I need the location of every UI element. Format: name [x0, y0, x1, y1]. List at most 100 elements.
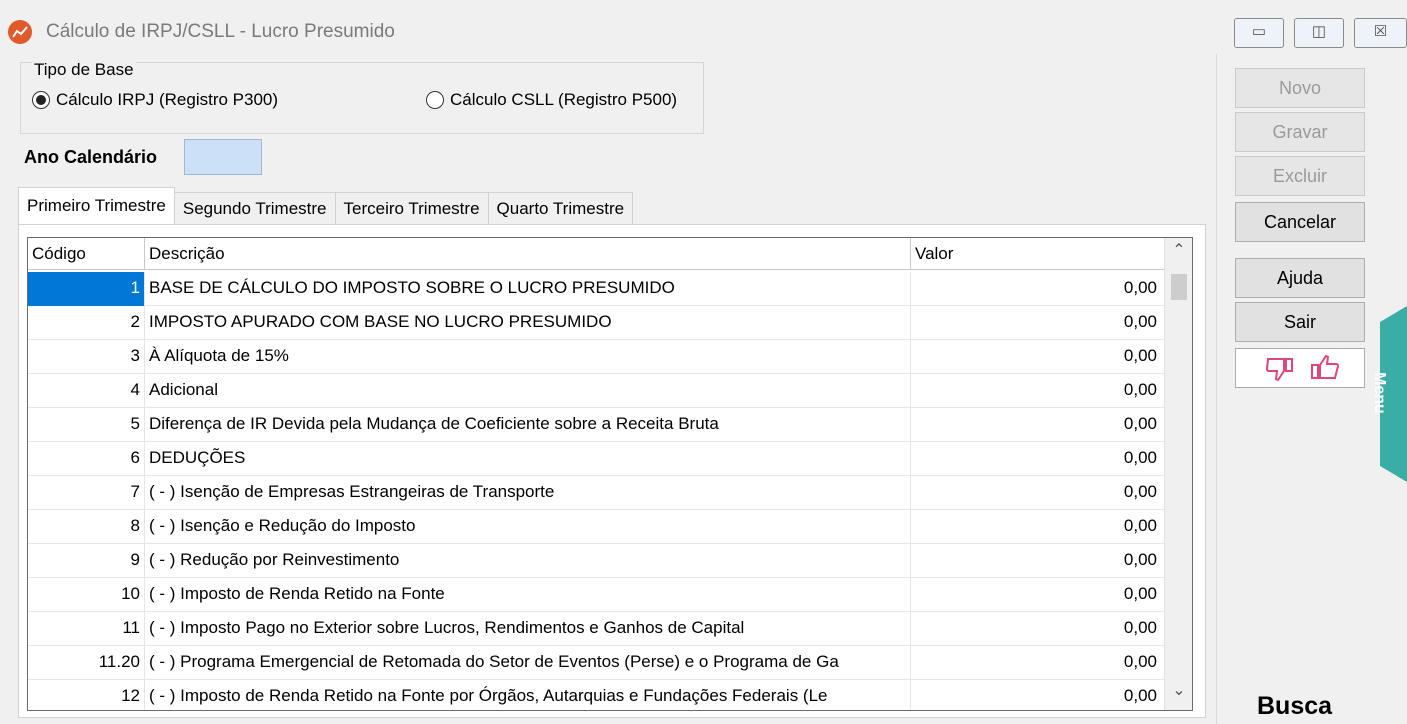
- cell-valor[interactable]: 0,00: [911, 306, 1163, 340]
- cell-descricao[interactable]: Adicional: [145, 374, 911, 408]
- cell-descricao[interactable]: ( - ) Imposto de Renda Retido na Fonte p…: [145, 680, 911, 710]
- cell-descricao[interactable]: ( - ) Programa Emergencial de Retomada d…: [145, 646, 911, 680]
- cell-descricao[interactable]: IMPOSTO APURADO COM BASE NO LUCRO PRESUM…: [145, 306, 911, 340]
- cell-descricao[interactable]: ( - ) Imposto Pago no Exterior sobre Luc…: [145, 612, 911, 646]
- title-bar: Cálculo de IRPJ/CSLL - Lucro Presumido ▭…: [0, 10, 1407, 54]
- radio-csll-button[interactable]: [426, 91, 444, 109]
- feedback-box: [1235, 348, 1365, 388]
- column-header-descricao[interactable]: Descrição: [145, 238, 911, 270]
- thumbs-down-icon[interactable]: [1264, 355, 1298, 383]
- table-row[interactable]: 11.20( - ) Programa Emergencial de Retom…: [28, 646, 1165, 680]
- busca-label[interactable]: Busca: [1257, 692, 1332, 721]
- grid-header: Código Descrição Valor: [28, 238, 1192, 270]
- tab-terceiro-trimestre[interactable]: Terceiro Trimestre: [334, 192, 489, 224]
- cell-descricao[interactable]: ( - ) Redução por Reinvestimento: [145, 544, 911, 578]
- close-icon: ☒: [1373, 23, 1388, 40]
- table-row[interactable]: 6 DEDUÇÕES 0,00: [28, 442, 1165, 476]
- tab-primeiro-trimestre[interactable]: Primeiro Trimestre: [18, 187, 175, 224]
- novo-button[interactable]: Novo: [1235, 68, 1365, 108]
- table-row[interactable]: 1 BASE DE CÁLCULO DO IMPOSTO SOBRE O LUCR…: [28, 272, 1165, 306]
- table-row[interactable]: 10( - ) Imposto de Renda Retido na Fonte…: [28, 578, 1165, 612]
- cell-valor[interactable]: 0,00: [911, 340, 1163, 374]
- cell-codigo[interactable]: 11: [28, 612, 145, 646]
- table-row[interactable]: 3À Alíquota de 15% 0,00: [28, 340, 1165, 374]
- excluir-button[interactable]: Excluir: [1235, 156, 1365, 196]
- ano-calendario-label: Ano Calendário: [24, 147, 158, 167]
- cell-codigo[interactable]: 1: [28, 272, 145, 306]
- gravar-button[interactable]: Gravar: [1235, 112, 1365, 152]
- table-row[interactable]: 11( - ) Imposto Pago no Exterior sobre L…: [28, 612, 1165, 646]
- table-row[interactable]: 2 IMPOSTO APURADO COM BASE NO LUCRO PRESU…: [28, 306, 1165, 340]
- cell-valor[interactable]: 0,00: [911, 578, 1163, 612]
- ano-calendario-input[interactable]: [184, 139, 262, 175]
- cell-codigo[interactable]: 6: [28, 442, 145, 476]
- data-grid[interactable]: Código Descrição Valor 1 BASE DE CÁLCULO …: [27, 237, 1193, 711]
- table-row[interactable]: 12( - ) Imposto de Renda Retido na Fonte…: [28, 680, 1165, 710]
- cell-descricao[interactable]: Diferença de IR Devida pela Mudança de C…: [145, 408, 911, 442]
- column-header-codigo[interactable]: Código: [28, 238, 145, 270]
- cell-valor[interactable]: 0,00: [911, 612, 1163, 646]
- radio-csll-label: Cálculo CSLL (Registro P500): [450, 90, 678, 109]
- column-header-valor[interactable]: Valor: [911, 238, 1165, 270]
- table-row[interactable]: 9( - ) Redução por Reinvestimento 0,00: [28, 544, 1165, 578]
- scroll-thumb[interactable]: [1171, 274, 1187, 300]
- cell-descricao[interactable]: ( - ) Imposto de Renda Retido na Fonte: [145, 578, 911, 612]
- cell-valor[interactable]: 0,00: [911, 272, 1163, 306]
- cell-codigo[interactable]: 3: [28, 340, 145, 374]
- window-title: Cálculo de IRPJ/CSLL - Lucro Presumido: [46, 21, 395, 42]
- cell-codigo[interactable]: 12: [28, 680, 145, 710]
- table-row[interactable]: 8( - ) Isenção e Redução do Imposto 0,00: [28, 510, 1165, 544]
- action-panel: Novo Gravar Excluir Cancelar Ajuda Sair …: [1216, 54, 1380, 724]
- ajuda-button[interactable]: Ajuda: [1235, 258, 1365, 298]
- cell-valor[interactable]: 0,00: [911, 680, 1163, 710]
- grid-body: 1 BASE DE CÁLCULO DO IMPOSTO SOBRE O LUCR…: [28, 272, 1165, 710]
- chart-app-icon: [8, 20, 32, 44]
- tab-quarto-trimestre[interactable]: Quarto Trimestre: [487, 192, 634, 224]
- radio-csll[interactable]: Cálculo CSLL (Registro P500): [426, 90, 677, 110]
- cell-codigo[interactable]: 11.20: [28, 646, 145, 680]
- scroll-down-icon[interactable]: ⌄: [1165, 680, 1192, 708]
- tipo-base-legend: Tipo de Base: [32, 60, 136, 80]
- cell-codigo[interactable]: 7: [28, 476, 145, 510]
- table-row[interactable]: 5 Diferença de IR Devida pela Mudança de …: [28, 408, 1165, 442]
- cell-valor[interactable]: 0,00: [911, 476, 1163, 510]
- main-content: Tipo de Base Cálculo IRPJ (Registro P300…: [8, 54, 1214, 724]
- sair-button[interactable]: Sair: [1235, 302, 1365, 342]
- cell-descricao[interactable]: ( - ) Isenção de Empresas Estrangeiras d…: [145, 476, 911, 510]
- cell-valor[interactable]: 0,00: [911, 442, 1163, 476]
- scroll-up-icon[interactable]: ⌃: [1165, 240, 1192, 268]
- tab-panel: Código Descrição Valor 1 BASE DE CÁLCULO …: [18, 224, 1206, 718]
- cancelar-button[interactable]: Cancelar: [1235, 202, 1365, 242]
- window: Cálculo de IRPJ/CSLL - Lucro Presumido ▭…: [0, 0, 1407, 724]
- maximize-button[interactable]: ◫: [1294, 18, 1344, 48]
- cell-codigo[interactable]: 4: [28, 374, 145, 408]
- cell-codigo[interactable]: 8: [28, 510, 145, 544]
- tab-segundo-trimestre[interactable]: Segundo Trimestre: [173, 192, 336, 224]
- cell-valor[interactable]: 0,00: [911, 374, 1163, 408]
- minimize-icon: ▭: [1251, 23, 1267, 40]
- cell-valor[interactable]: 0,00: [911, 544, 1163, 578]
- cell-descricao[interactable]: BASE DE CÁLCULO DO IMPOSTO SOBRE O LUCRO…: [145, 272, 911, 306]
- cell-codigo[interactable]: 9: [28, 544, 145, 578]
- vertical-scrollbar[interactable]: ⌃ ⌄: [1164, 238, 1192, 710]
- cell-valor[interactable]: 0,00: [911, 510, 1163, 544]
- trimestre-tabs: Primeiro Trimestre Segundo Trimestre Ter…: [18, 187, 634, 224]
- minimize-button[interactable]: ▭: [1234, 18, 1284, 48]
- radio-irpj-label: Cálculo IRPJ (Registro P300): [56, 90, 279, 109]
- cell-descricao[interactable]: À Alíquota de 15%: [145, 340, 911, 374]
- cell-codigo[interactable]: 5: [28, 408, 145, 442]
- close-button[interactable]: ☒: [1354, 18, 1407, 48]
- cell-descricao[interactable]: ( - ) Isenção e Redução do Imposto: [145, 510, 911, 544]
- cell-valor[interactable]: 0,00: [911, 408, 1163, 442]
- table-row[interactable]: 4 Adicional 0,00: [28, 374, 1165, 408]
- thumbs-up-icon[interactable]: [1308, 353, 1342, 381]
- cell-codigo[interactable]: 2: [28, 306, 145, 340]
- menu-tab-label[interactable]: Menu: [1370, 372, 1388, 414]
- table-row[interactable]: 7( - ) Isenção de Empresas Estrangeiras …: [28, 476, 1165, 510]
- radio-irpj-button[interactable]: [32, 91, 50, 109]
- radio-irpj[interactable]: Cálculo IRPJ (Registro P300): [32, 90, 278, 110]
- cell-descricao[interactable]: DEDUÇÕES: [145, 442, 911, 476]
- cell-codigo[interactable]: 10: [28, 578, 145, 612]
- maximize-icon: ◫: [1311, 23, 1327, 40]
- cell-valor[interactable]: 0,00: [911, 646, 1163, 680]
